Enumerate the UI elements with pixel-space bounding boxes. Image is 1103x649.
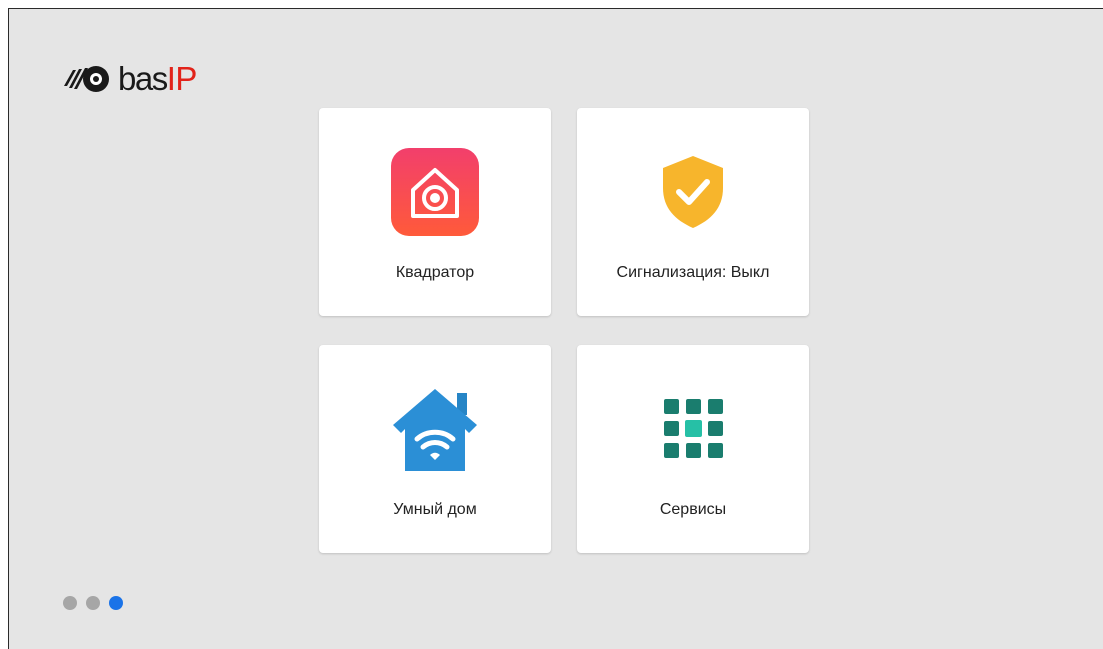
- brand-wordmark: basIP: [118, 62, 197, 96]
- tile-smart-home[interactable]: Умный дом: [319, 345, 551, 553]
- tile-smart-home-label: Умный дом: [393, 501, 477, 518]
- page-dot-1[interactable]: [63, 596, 77, 610]
- page-indicator: [63, 596, 132, 610]
- shield-check-icon: [663, 156, 723, 228]
- quad-camera-icon: [391, 148, 479, 236]
- launcher-screen: basIP Квадратор Сигнализация: Выкл Умный…: [8, 8, 1103, 649]
- basip-logo-icon: [64, 66, 109, 92]
- smart-home-icon: [393, 389, 477, 471]
- page-dot-2[interactable]: [86, 596, 100, 610]
- page-dot-3[interactable]: [109, 596, 123, 610]
- services-grid-icon: [664, 399, 723, 458]
- tile-alarm-label: Сигнализация: Выкл: [616, 264, 770, 281]
- tile-quad-view-label: Квадратор: [395, 264, 475, 281]
- tile-alarm[interactable]: Сигнализация: Выкл: [577, 108, 809, 316]
- tile-quad-view[interactable]: Квадратор: [319, 108, 551, 316]
- tile-services[interactable]: Сервисы: [577, 345, 809, 553]
- brand-wordmark-accent: IP: [166, 60, 198, 97]
- brand-wordmark-main: bas: [118, 60, 168, 97]
- tile-services-label: Сервисы: [659, 501, 727, 518]
- brand-logo: basIP: [62, 62, 197, 96]
